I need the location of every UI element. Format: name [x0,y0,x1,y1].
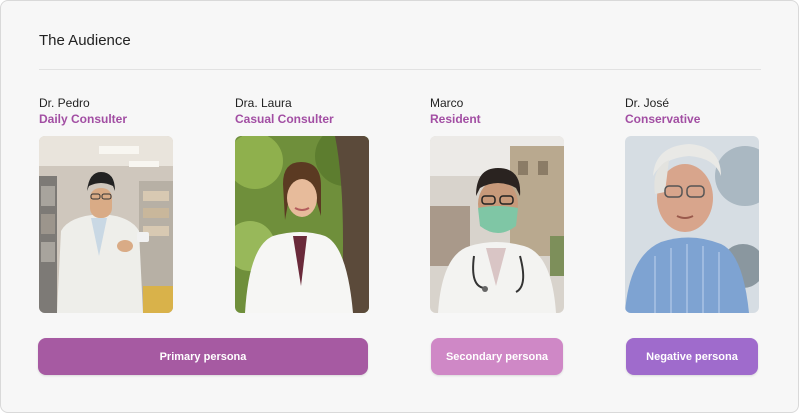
persona-name: Dr. Pedro [39,96,90,110]
persona-role: Casual Consulter [235,112,334,126]
pharmacist-photo [39,136,173,313]
secondary-persona-button[interactable]: Secondary persona [431,338,563,375]
persona-card-jose: Dr. José Conservative [625,95,759,313]
persona-role: Resident [430,112,481,126]
masked-doctor-photo [430,136,564,313]
negative-persona-button[interactable]: Negative persona [626,338,758,375]
divider [39,69,761,70]
persona-name: Dr. José [625,96,670,110]
primary-persona-button[interactable]: Primary persona [38,338,368,375]
section-title: The Audience [39,32,131,49]
persona-card-laura: Dra. Laura Casual Consulter [235,95,369,313]
persona-card-pedro: Dr. Pedro Daily Consulter [39,95,173,313]
persona-role: Daily Consulter [39,112,128,126]
elderly-man-photo [625,136,759,313]
persona-role: Conservative [625,112,701,126]
doctor-outdoor-photo [235,136,369,313]
persona-name: Marco [430,96,464,110]
audience-card: The Audience Dr. Pedro Daily Consulter D… [0,0,799,413]
persona-name: Dra. Laura [235,96,292,110]
persona-card-marco: Marco Resident [430,95,564,313]
